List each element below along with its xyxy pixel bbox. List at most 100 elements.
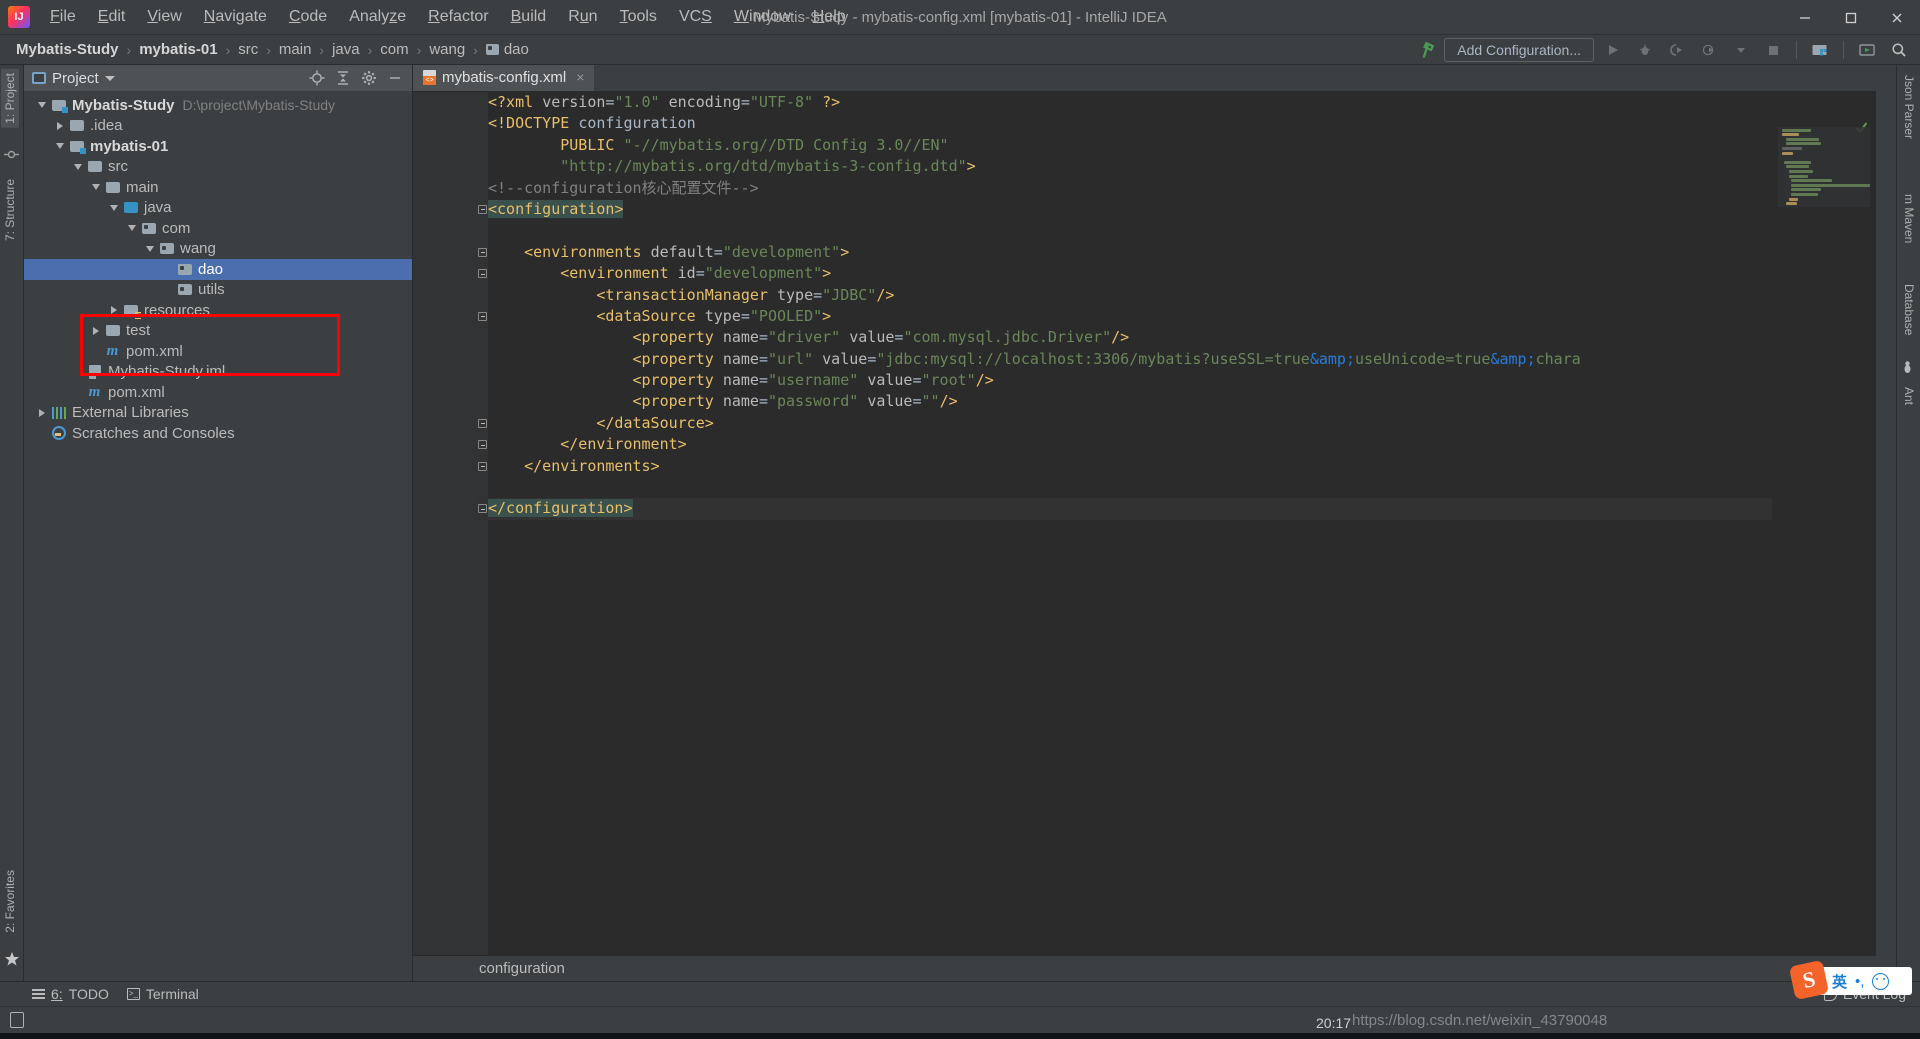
menu-file[interactable]: File bbox=[40, 4, 86, 30]
menu-window[interactable]: Window bbox=[724, 4, 801, 30]
code-line[interactable]: 13 <property name="url" value="jdbc:mysq… bbox=[475, 349, 1876, 370]
code-content[interactable]: 1<?xml version="1.0" encoding="UTF-8" ?>… bbox=[475, 92, 1876, 981]
tree-node-mybatis-study-iml[interactable]: Mybatis-Study.iml bbox=[24, 362, 412, 383]
code-line[interactable]: 10 <transactionManager type="JDBC"/> bbox=[475, 285, 1876, 306]
tree-node-dao[interactable]: dao bbox=[24, 259, 412, 280]
chevron-down-icon[interactable] bbox=[34, 102, 50, 109]
code-line[interactable]: 17 </environment> bbox=[475, 434, 1876, 455]
chevron-down-icon[interactable] bbox=[52, 143, 68, 150]
ime-punctuation-toggle[interactable]: •, bbox=[1855, 973, 1864, 990]
close-icon[interactable]: × bbox=[576, 69, 584, 85]
tree-node-src[interactable]: src bbox=[24, 157, 412, 178]
sidebar-item-structure[interactable]: 7: Structure bbox=[1, 175, 19, 245]
code-line[interactable]: 8 <environments default="development"> bbox=[475, 242, 1876, 263]
code-line[interactable]: 15 <property name="password" value=""/> bbox=[475, 391, 1876, 412]
sidebar-item-json-parser[interactable]: Json Parser bbox=[1900, 71, 1918, 143]
settings-gear-icon[interactable] bbox=[358, 67, 380, 89]
fold-toggle-icon[interactable] bbox=[478, 247, 487, 257]
tree-node-resources[interactable]: resources bbox=[24, 300, 412, 321]
sidebar-item-maven[interactable]: m Maven bbox=[1900, 190, 1918, 247]
chevron-right-icon[interactable] bbox=[34, 408, 50, 417]
code-line[interactable]: 11 <dataSource type="POOLED"> bbox=[475, 306, 1876, 327]
sidebar-item-database[interactable]: Database bbox=[1900, 280, 1918, 339]
menu-tools[interactable]: Tools bbox=[610, 4, 667, 30]
chevron-right-icon[interactable] bbox=[88, 326, 104, 335]
tree-node-java[interactable]: java bbox=[24, 198, 412, 219]
favorites-star-icon[interactable] bbox=[4, 951, 20, 967]
project-tree[interactable]: Mybatis-Study D:\project\Mybatis-Study .id… bbox=[24, 91, 412, 981]
chevron-down-icon[interactable] bbox=[88, 184, 104, 191]
menu-navigate[interactable]: Navigate bbox=[194, 4, 277, 30]
breadcrumb-item-java[interactable]: java bbox=[328, 39, 364, 60]
breadcrumb-item-main[interactable]: main bbox=[275, 39, 316, 60]
maximize-button[interactable] bbox=[1828, 0, 1874, 35]
fold-toggle-icon[interactable] bbox=[478, 461, 487, 471]
tree-node--idea[interactable]: .idea bbox=[24, 116, 412, 137]
select-in-icon[interactable] bbox=[1854, 38, 1880, 62]
tree-node-utils[interactable]: utils bbox=[24, 280, 412, 301]
breadcrumb-item-mybatis-study[interactable]: Mybatis-Study bbox=[12, 39, 123, 60]
tree-node-mybatis-01[interactable]: mybatis-01 bbox=[24, 136, 412, 157]
close-button[interactable] bbox=[1874, 0, 1920, 35]
stop-icon[interactable] bbox=[1760, 38, 1786, 62]
project-structure-icon[interactable] bbox=[1807, 38, 1833, 62]
fold-toggle-icon[interactable] bbox=[478, 440, 487, 450]
ant-icon[interactable] bbox=[1900, 360, 1916, 376]
code-line[interactable]: 19 bbox=[475, 477, 1876, 498]
tree-node-mybatis-study[interactable]: Mybatis-Study D:\project\Mybatis-Study bbox=[24, 95, 412, 116]
code-line[interactable]: 20</configuration> bbox=[475, 498, 1876, 520]
sidebar-item-favorites[interactable]: 2: Favorites bbox=[1, 866, 19, 937]
menu-run[interactable]: Run bbox=[558, 4, 607, 30]
sidebar-item-project[interactable]: 1: Project bbox=[1, 69, 19, 128]
code-line[interactable]: 14 <property name="username" value="root… bbox=[475, 370, 1876, 391]
profiler-icon[interactable] bbox=[1696, 38, 1722, 62]
tree-node-test[interactable]: test bbox=[24, 321, 412, 342]
menu-analyze[interactable]: Analyze bbox=[339, 4, 416, 30]
breadcrumb-item-mybatis-01[interactable]: mybatis-01 bbox=[135, 39, 221, 60]
memory-indicator-icon[interactable] bbox=[10, 1012, 24, 1028]
commit-icon[interactable] bbox=[4, 147, 20, 163]
breadcrumb-item-dao[interactable]: dao bbox=[482, 39, 533, 60]
run-icon[interactable] bbox=[1600, 38, 1626, 62]
chevron-down-icon[interactable] bbox=[106, 204, 122, 211]
locate-icon[interactable] bbox=[306, 67, 328, 89]
code-line[interactable]: 4 "http://mybatis.org/dtd/mybatis-3-conf… bbox=[475, 156, 1876, 177]
collapse-all-icon[interactable] bbox=[332, 67, 354, 89]
breadcrumb-item-wang[interactable]: wang bbox=[425, 39, 469, 60]
fold-toggle-icon[interactable] bbox=[478, 311, 487, 321]
chevron-down-icon[interactable] bbox=[124, 225, 140, 232]
bottom-item-todo[interactable]: 6: TODO bbox=[32, 986, 109, 1002]
tree-node-external-libraries[interactable]: External Libraries bbox=[24, 403, 412, 424]
chevron-down-icon[interactable] bbox=[142, 245, 158, 252]
code-line[interactable]: 12 <property name="driver" value="com.my… bbox=[475, 327, 1876, 348]
tree-node-wang[interactable]: wang bbox=[24, 239, 412, 260]
build-hammer-icon[interactable] bbox=[1415, 36, 1442, 64]
menu-build[interactable]: Build bbox=[501, 4, 557, 30]
smiley-icon[interactable] bbox=[1872, 972, 1890, 990]
fold-toggle-icon[interactable] bbox=[478, 269, 487, 279]
search-everywhere-icon[interactable] bbox=[1886, 38, 1912, 62]
code-line[interactable]: 16 </dataSource> bbox=[475, 413, 1876, 434]
run-with-coverage-icon[interactable] bbox=[1664, 38, 1690, 62]
menu-code[interactable]: Code bbox=[279, 4, 337, 30]
debug-icon[interactable] bbox=[1632, 38, 1658, 62]
fold-toggle-icon[interactable] bbox=[478, 204, 487, 214]
add-configuration-button[interactable]: Add Configuration... bbox=[1444, 38, 1594, 62]
tree-node-pom-xml[interactable]: m pom.xml bbox=[24, 341, 412, 362]
chevron-down-icon[interactable] bbox=[70, 163, 86, 170]
sidebar-item-ant[interactable]: Ant bbox=[1900, 383, 1918, 409]
code-line[interactable]: 18 </environments> bbox=[475, 456, 1876, 477]
ime-mode-label[interactable]: 英 bbox=[1832, 971, 1847, 992]
menu-vcs[interactable]: VCS bbox=[669, 4, 722, 30]
code-line[interactable]: 1<?xml version="1.0" encoding="UTF-8" ?> bbox=[475, 92, 1876, 113]
tree-node-pom-xml[interactable]: m pom.xml bbox=[24, 382, 412, 403]
tree-node-main[interactable]: main bbox=[24, 177, 412, 198]
code-line[interactable]: 6<configuration> bbox=[475, 199, 1876, 220]
chevron-down-icon[interactable] bbox=[104, 75, 115, 81]
breadcrumb-item-com[interactable]: com bbox=[376, 39, 412, 60]
sogou-ime-bar[interactable]: S 英 •, bbox=[1788, 959, 1912, 1001]
bottom-item-terminal[interactable]: >_ Terminal bbox=[126, 986, 199, 1002]
chevron-right-icon[interactable] bbox=[106, 306, 122, 315]
code-line[interactable]: 5<!--configuration核心配置文件--> bbox=[475, 178, 1876, 199]
hide-panel-icon[interactable] bbox=[384, 67, 406, 89]
